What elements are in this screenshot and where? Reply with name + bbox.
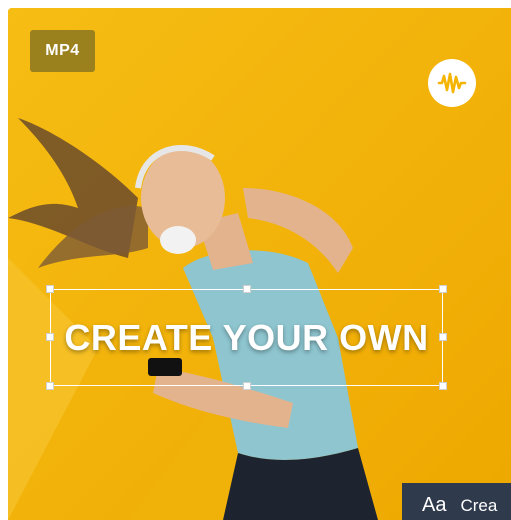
resize-handle-bottom-left[interactable] <box>46 382 54 390</box>
headline-selection-box[interactable]: CREATE YOUR OWN <box>46 285 447 390</box>
resize-handle-bottom-right[interactable] <box>439 382 447 390</box>
text-tool-label: Crea <box>460 495 498 515</box>
text-tool-bar[interactable]: Aa Crea <box>402 483 511 520</box>
resize-handle-middle-left[interactable] <box>46 333 54 341</box>
soundwave-icon <box>428 59 476 107</box>
font-icon: Aa <box>422 494 447 516</box>
headline-text[interactable]: CREATE YOUR OWN <box>51 290 442 385</box>
video-template-card[interactable]: MP4 CREATE YOUR OWN Aa Crea <box>8 8 511 520</box>
resize-handle-middle-right[interactable] <box>439 333 447 341</box>
resize-handle-bottom-center[interactable] <box>243 382 251 390</box>
resize-handle-top-right[interactable] <box>439 285 447 293</box>
resize-handle-top-center[interactable] <box>243 285 251 293</box>
resize-handle-top-left[interactable] <box>46 285 54 293</box>
format-badge: MP4 <box>30 30 95 72</box>
